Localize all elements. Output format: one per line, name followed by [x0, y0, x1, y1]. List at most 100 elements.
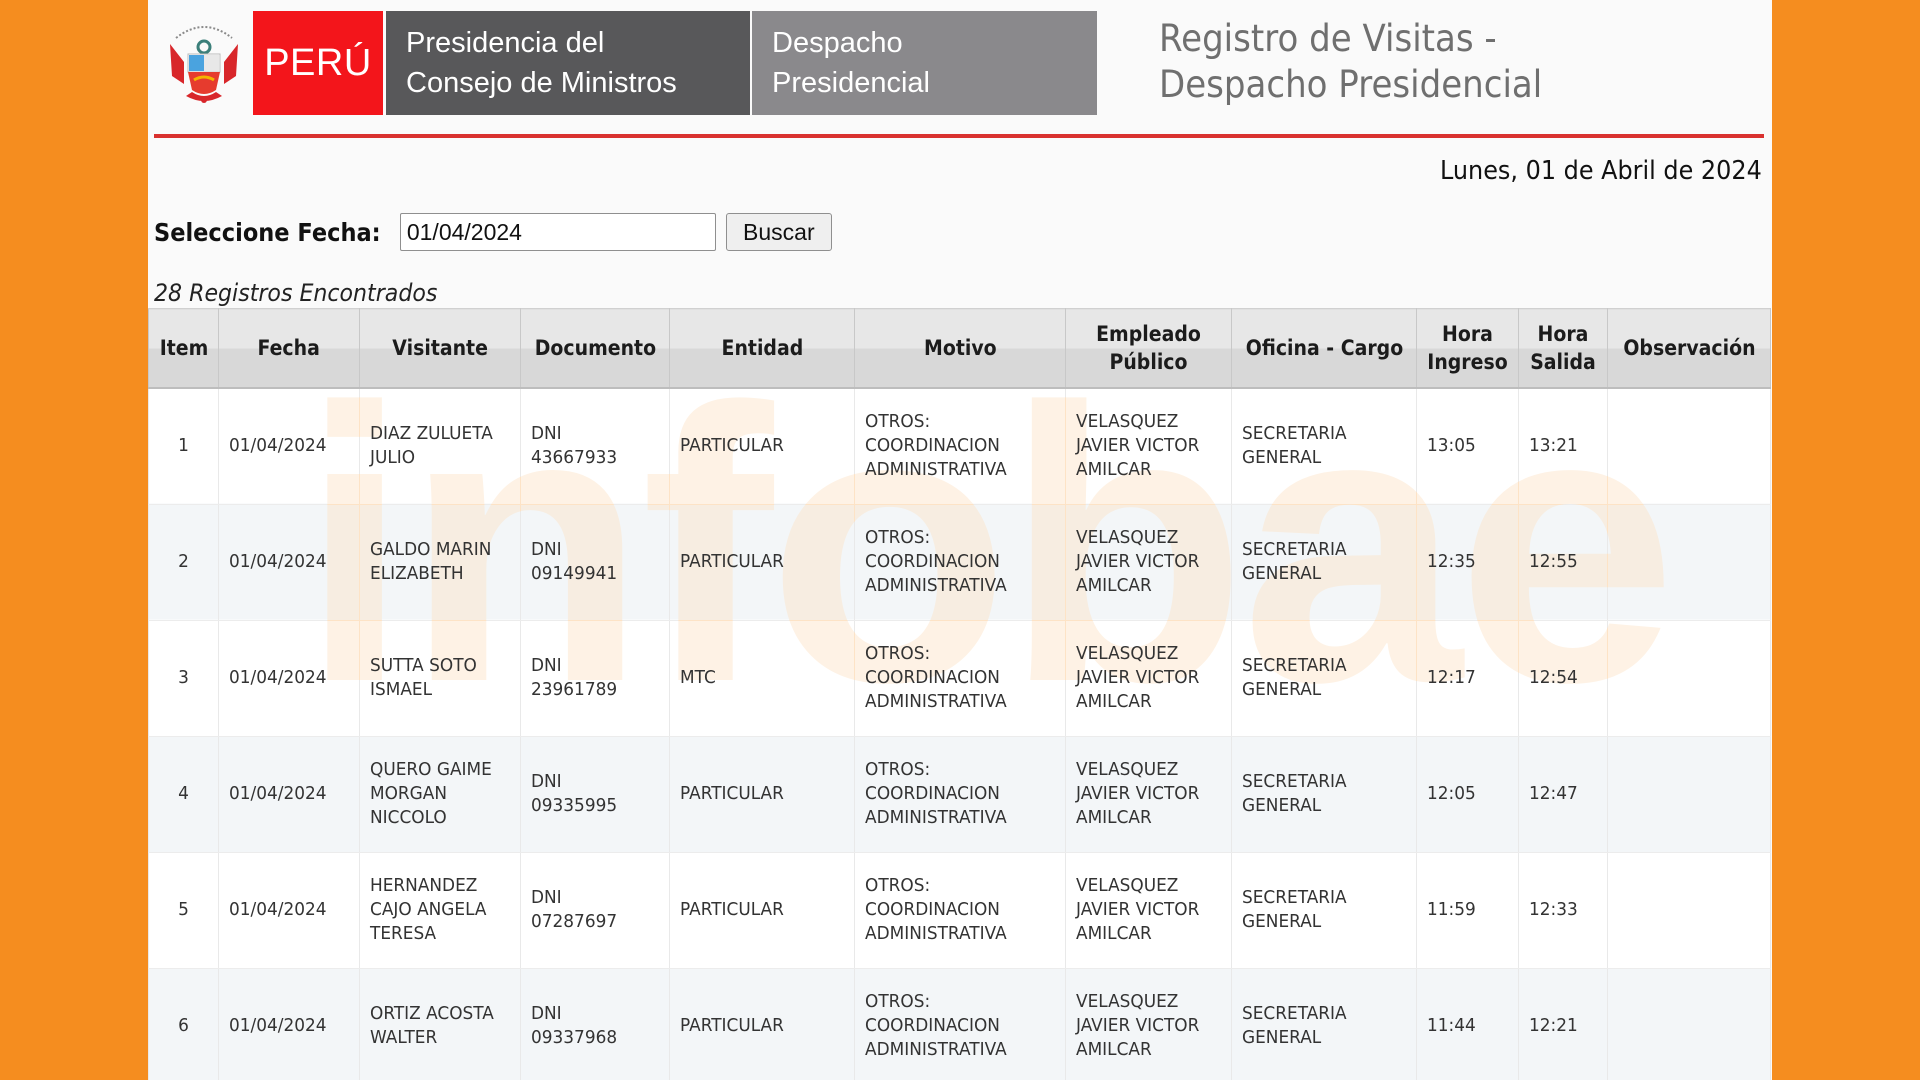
cell-text: 12:17 — [1427, 667, 1476, 688]
cell-text: 12:54 — [1529, 667, 1578, 688]
cell-text: SECRETARIA GENERAL — [1242, 1003, 1347, 1048]
cell-text: DNI 09337968 — [531, 1003, 618, 1048]
date-input[interactable] — [399, 213, 716, 251]
brand-institution-line2: Consejo de Ministros — [406, 67, 677, 99]
visits-table: Item Fecha Visitante Documento Entidad M… — [148, 308, 1771, 1080]
brand-institution-line1: Presidencia del — [406, 27, 605, 59]
cell-text: 6 — [178, 1015, 189, 1036]
cell-oficina: SECRETARIA GENERAL — [1231, 504, 1417, 621]
cell-text: 01/04/2024 — [229, 435, 327, 457]
cell-hora-salida: 12:47 — [1518, 736, 1608, 853]
cell-text: DNI 09149941 — [531, 539, 618, 584]
cell-fecha: 01/04/2024 — [218, 968, 360, 1080]
cell-text: 01/04/2024 — [229, 551, 327, 572]
cell-hora-salida: 13:21 — [1518, 388, 1608, 505]
cell-text: 5 — [178, 899, 189, 920]
table-row: 1 01/04/2024 DIAZ ZULUETA JULIO DNI 4366793… — [148, 388, 1771, 505]
cell-text: 11:59 — [1427, 899, 1476, 920]
cell-text: OTROS: COORDINACION ADMINISTRATIVA — [865, 759, 1007, 828]
cell-text: VELASQUEZ JAVIER VICTOR AMILCAR — [1076, 759, 1200, 828]
cell-fecha: 01/04/2024 — [218, 736, 360, 853]
cell-text: SECRETARIA GENERAL — [1242, 655, 1347, 700]
cell-text: 4 — [178, 783, 189, 804]
brand-office: Despacho Presidencial — [752, 11, 1097, 115]
cell-text: 11:44 — [1427, 1015, 1476, 1036]
cell-fecha: 01/04/2024 — [218, 504, 360, 621]
cell-text: HERNANDEZ CAJO ANGELA TERESA — [370, 875, 487, 944]
cell-motivo: OTROS: COORDINACION ADMINISTRATIVA — [854, 504, 1066, 621]
column-header-hora-salida: Hora Salida — [1518, 308, 1608, 389]
cell-text: PARTICULAR — [680, 435, 784, 457]
cell-text: DNI 07287697 — [531, 887, 618, 932]
cell-observacion — [1607, 388, 1771, 505]
cell-text: 1 — [178, 435, 189, 457]
column-header-visitante: Visitante — [359, 308, 521, 389]
cell-visitante: DIAZ ZULUETA JULIO — [359, 388, 521, 505]
cell-text: ORTIZ ACOSTA WALTER — [370, 1003, 494, 1048]
column-header-entidad: Entidad — [669, 308, 855, 389]
cell-hora-salida: 12:21 — [1518, 968, 1608, 1080]
cell-text: 3 — [178, 667, 189, 688]
cell-hora-ingreso: 11:59 — [1416, 852, 1519, 969]
cell-text: 01/04/2024 — [229, 667, 327, 688]
cell-item: 5 — [148, 852, 219, 969]
cell-hora-ingreso: 12:05 — [1416, 736, 1519, 853]
cell-text: OTROS: COORDINACION ADMINISTRATIVA — [865, 991, 1007, 1060]
page-title-line2: Despacho Presidencial — [1159, 63, 1543, 106]
column-header-label: Entidad — [721, 336, 803, 360]
cell-text: 12:55 — [1529, 551, 1578, 572]
cell-fecha: 01/04/2024 — [218, 620, 360, 737]
cell-text: OTROS: COORDINACION ADMINISTRATIVA — [865, 527, 1007, 596]
page-title: Registro de Visitas - Despacho Presidenc… — [1159, 16, 1542, 108]
column-header-label: Item — [159, 336, 208, 360]
column-header-label: Documento — [534, 336, 656, 360]
cell-item: 6 — [148, 968, 219, 1080]
cell-visitante: QUERO GAIME MORGAN NICCOLO — [359, 736, 521, 853]
cell-visitante: HERNANDEZ CAJO ANGELA TERESA — [359, 852, 521, 969]
column-header-label: Hora Ingreso — [1427, 322, 1508, 374]
cell-text: 13:05 — [1427, 435, 1476, 457]
table-row: 2 01/04/2024 GALDO MARIN ELIZABETH DNI 0914… — [148, 504, 1771, 621]
cell-observacion — [1607, 852, 1771, 969]
column-header-label: Oficina - Cargo — [1245, 336, 1403, 360]
cell-oficina: SECRETARIA GENERAL — [1231, 620, 1417, 737]
brand-peru: PERÚ — [253, 11, 383, 115]
brand-institution: Presidencia del Consejo de Ministros — [386, 11, 750, 115]
column-header-label: Empleado Público — [1096, 322, 1201, 374]
column-header-fecha: Fecha — [218, 308, 360, 389]
column-header-documento: Documento — [520, 308, 670, 389]
cell-motivo: OTROS: COORDINACION ADMINISTRATIVA — [854, 736, 1066, 853]
cell-motivo: OTROS: COORDINACION ADMINISTRATIVA — [854, 620, 1066, 737]
cell-text: 12:05 — [1427, 783, 1476, 804]
cell-oficina: SECRETARIA GENERAL — [1231, 968, 1417, 1080]
search-button[interactable]: Buscar — [725, 213, 832, 251]
cell-text: OTROS: COORDINACION ADMINISTRATIVA — [865, 411, 1007, 481]
date-search-form: Seleccione Fecha: Buscar — [154, 212, 832, 252]
cell-text: DIAZ ZULUETA JULIO — [370, 423, 493, 469]
cell-text: VELASQUEZ JAVIER VICTOR AMILCAR — [1076, 411, 1200, 481]
cell-observacion — [1607, 620, 1771, 737]
cell-visitante: SUTTA SOTO ISMAEL — [359, 620, 521, 737]
cell-motivo: OTROS: COORDINACION ADMINISTRATIVA — [854, 852, 1066, 969]
cell-visitante: GALDO MARIN ELIZABETH — [359, 504, 521, 621]
cell-text: SECRETARIA GENERAL — [1242, 539, 1347, 584]
cell-observacion — [1607, 736, 1771, 853]
cell-text: DNI 43667933 — [531, 423, 618, 469]
cell-observacion — [1607, 504, 1771, 621]
cell-text: SECRETARIA GENERAL — [1242, 887, 1347, 932]
cell-text: 12:35 — [1427, 551, 1476, 572]
cell-entidad: PARTICULAR — [669, 968, 855, 1080]
column-header-hora-ingreso: Hora Ingreso — [1416, 308, 1519, 389]
cell-text: SECRETARIA GENERAL — [1242, 771, 1347, 816]
column-header-empleado: Empleado Público — [1065, 308, 1232, 389]
cell-motivo: OTROS: COORDINACION ADMINISTRATIVA — [854, 388, 1066, 505]
cell-documento: DNI 09149941 — [520, 504, 670, 621]
column-header-item: Item — [148, 308, 219, 389]
column-header-oficina: Oficina - Cargo — [1231, 308, 1417, 389]
cell-text: GALDO MARIN ELIZABETH — [370, 539, 492, 584]
cell-text: OTROS: COORDINACION ADMINISTRATIVA — [865, 875, 1007, 944]
cell-documento: DNI 09337968 — [520, 968, 670, 1080]
cell-text: PARTICULAR — [680, 899, 784, 920]
visits-table-container: Item Fecha Visitante Documento Entidad M… — [148, 308, 1771, 1080]
cell-empleado: VELASQUEZ JAVIER VICTOR AMILCAR — [1065, 388, 1232, 505]
